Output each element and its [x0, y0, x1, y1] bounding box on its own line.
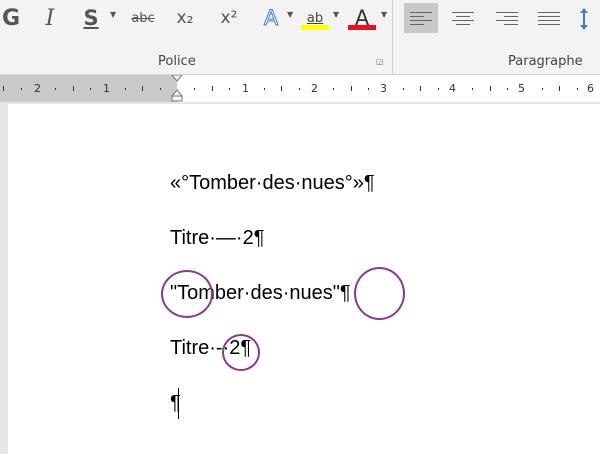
text-effects-dropdown-icon[interactable]: ▼ [287, 10, 293, 19]
highlight-dropdown-icon[interactable]: ▼ [333, 10, 339, 19]
ruler-number: 4 [449, 82, 456, 95]
line-spacing-icon[interactable] [578, 4, 596, 34]
annotation-circle [222, 334, 260, 371]
ruler-tick [542, 88, 543, 90]
text-effects-button[interactable]: A [256, 3, 286, 33]
ruler-tick [194, 88, 195, 90]
paragraph-group-label: Paragraphe [508, 54, 583, 69]
ruler-tick [160, 88, 161, 90]
strikethrough-button[interactable]: abc [126, 3, 160, 33]
ruler-tick [3, 86, 4, 91]
ruler-tick [142, 86, 143, 91]
font-color-bar [348, 25, 376, 30]
annotation-circle [354, 267, 405, 320]
paragraph-line[interactable]: Titre·—·2¶ [170, 227, 264, 250]
ruler-tick [264, 88, 265, 90]
underline-button[interactable]: S [78, 3, 104, 33]
ruler-scale: 2 1 1 2 3 4 5 6 [0, 80, 600, 95]
ruler-tick [299, 88, 300, 90]
ruler-tick [212, 86, 213, 91]
ruler-number: 5 [518, 82, 525, 95]
ruler-number: 2 [311, 82, 318, 95]
bold-button[interactable]: G [0, 3, 22, 33]
ruler-tick [490, 86, 491, 91]
font-dialog-launcher-icon[interactable]: ◲ [376, 57, 385, 66]
justify-button[interactable] [532, 3, 566, 33]
ruler-number: 1 [242, 82, 249, 95]
ruler-tick [420, 86, 421, 91]
indent-marker[interactable] [170, 74, 184, 102]
document-page[interactable] [8, 104, 600, 454]
ruler-tick [55, 88, 56, 90]
text-cursor [178, 388, 179, 419]
ruler-number: 6 [587, 82, 594, 95]
ruler-number: 1 [103, 82, 110, 95]
font-color-dropdown-icon[interactable]: ▼ [381, 10, 387, 19]
font-group-label: Police [158, 54, 196, 69]
align-left-button[interactable] [404, 3, 438, 33]
ruler-tick [21, 88, 22, 90]
align-right-button[interactable] [490, 3, 524, 33]
annotation-circle [161, 270, 213, 318]
subscript-button[interactable]: x₂ [168, 3, 202, 33]
ruler-tick [229, 88, 230, 90]
italic-button[interactable]: I [36, 3, 64, 33]
ruler-tick [125, 88, 126, 90]
ruler-tick [333, 88, 334, 90]
highlight-color-bar [301, 25, 329, 30]
superscript-button[interactable]: x² [212, 3, 246, 33]
ruler-tick [438, 88, 439, 90]
ruler-tick [73, 86, 74, 91]
ruler-tick [403, 88, 404, 90]
group-separator [392, 0, 393, 74]
ruler-tick [507, 88, 508, 90]
ruler-tick [281, 86, 282, 91]
align-center-button[interactable] [446, 3, 480, 33]
horizontal-ruler[interactable]: 2 1 1 2 3 4 5 6 [0, 74, 600, 102]
ruler-tick [577, 88, 578, 90]
ruler-tick [559, 86, 560, 91]
ruler-number: 3 [380, 82, 387, 95]
ruler-tick [368, 88, 369, 90]
paragraph-line[interactable]: «°Tomber·des·nues°»¶ [170, 172, 375, 195]
ruler-tick [472, 88, 473, 90]
ruler-tick [351, 86, 352, 91]
ruler-tick [90, 88, 91, 90]
paragraph-line[interactable]: ¶ [170, 392, 181, 415]
ribbon: G I S ▼ abc x₂ x² A ▼ ab ▼ A ▼ Police ◲ … [0, 0, 600, 75]
underline-dropdown-icon[interactable]: ▼ [110, 10, 116, 19]
highlight-label: ab [306, 10, 324, 26]
ruler-number: 2 [34, 82, 41, 95]
font-group: G I S ▼ abc x₂ x² A ▼ ab ▼ A ▼ [0, 0, 392, 36]
